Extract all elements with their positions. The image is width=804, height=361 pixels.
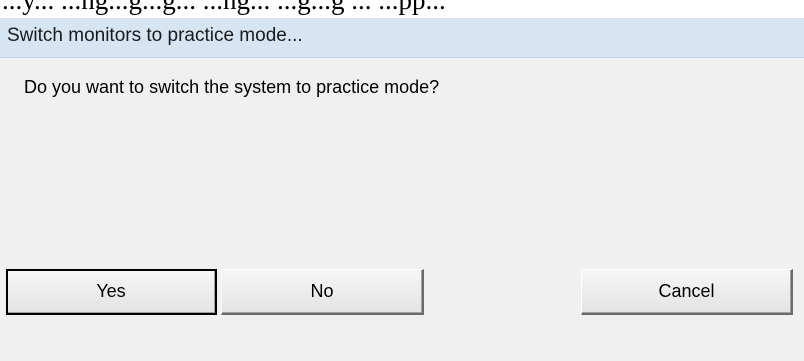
cancel-button[interactable]: Cancel	[581, 269, 793, 315]
dialog-message: Do you want to switch the system to prac…	[24, 77, 440, 97]
background-text-fragment: ...y... ...ng...g...g... ...ng... ...g..…	[0, 0, 804, 18]
background-text: ...y... ...ng...g...g... ...ng... ...g..…	[2, 0, 446, 15]
dialog-titlebar[interactable]: Switch monitors to practice mode...	[0, 18, 804, 58]
yes-button[interactable]: Yes	[6, 269, 217, 315]
confirm-dialog: Switch monitors to practice mode... Do y…	[0, 18, 804, 361]
dialog-title: Switch monitors to practice mode...	[7, 25, 303, 46]
no-button[interactable]: No	[221, 269, 424, 315]
